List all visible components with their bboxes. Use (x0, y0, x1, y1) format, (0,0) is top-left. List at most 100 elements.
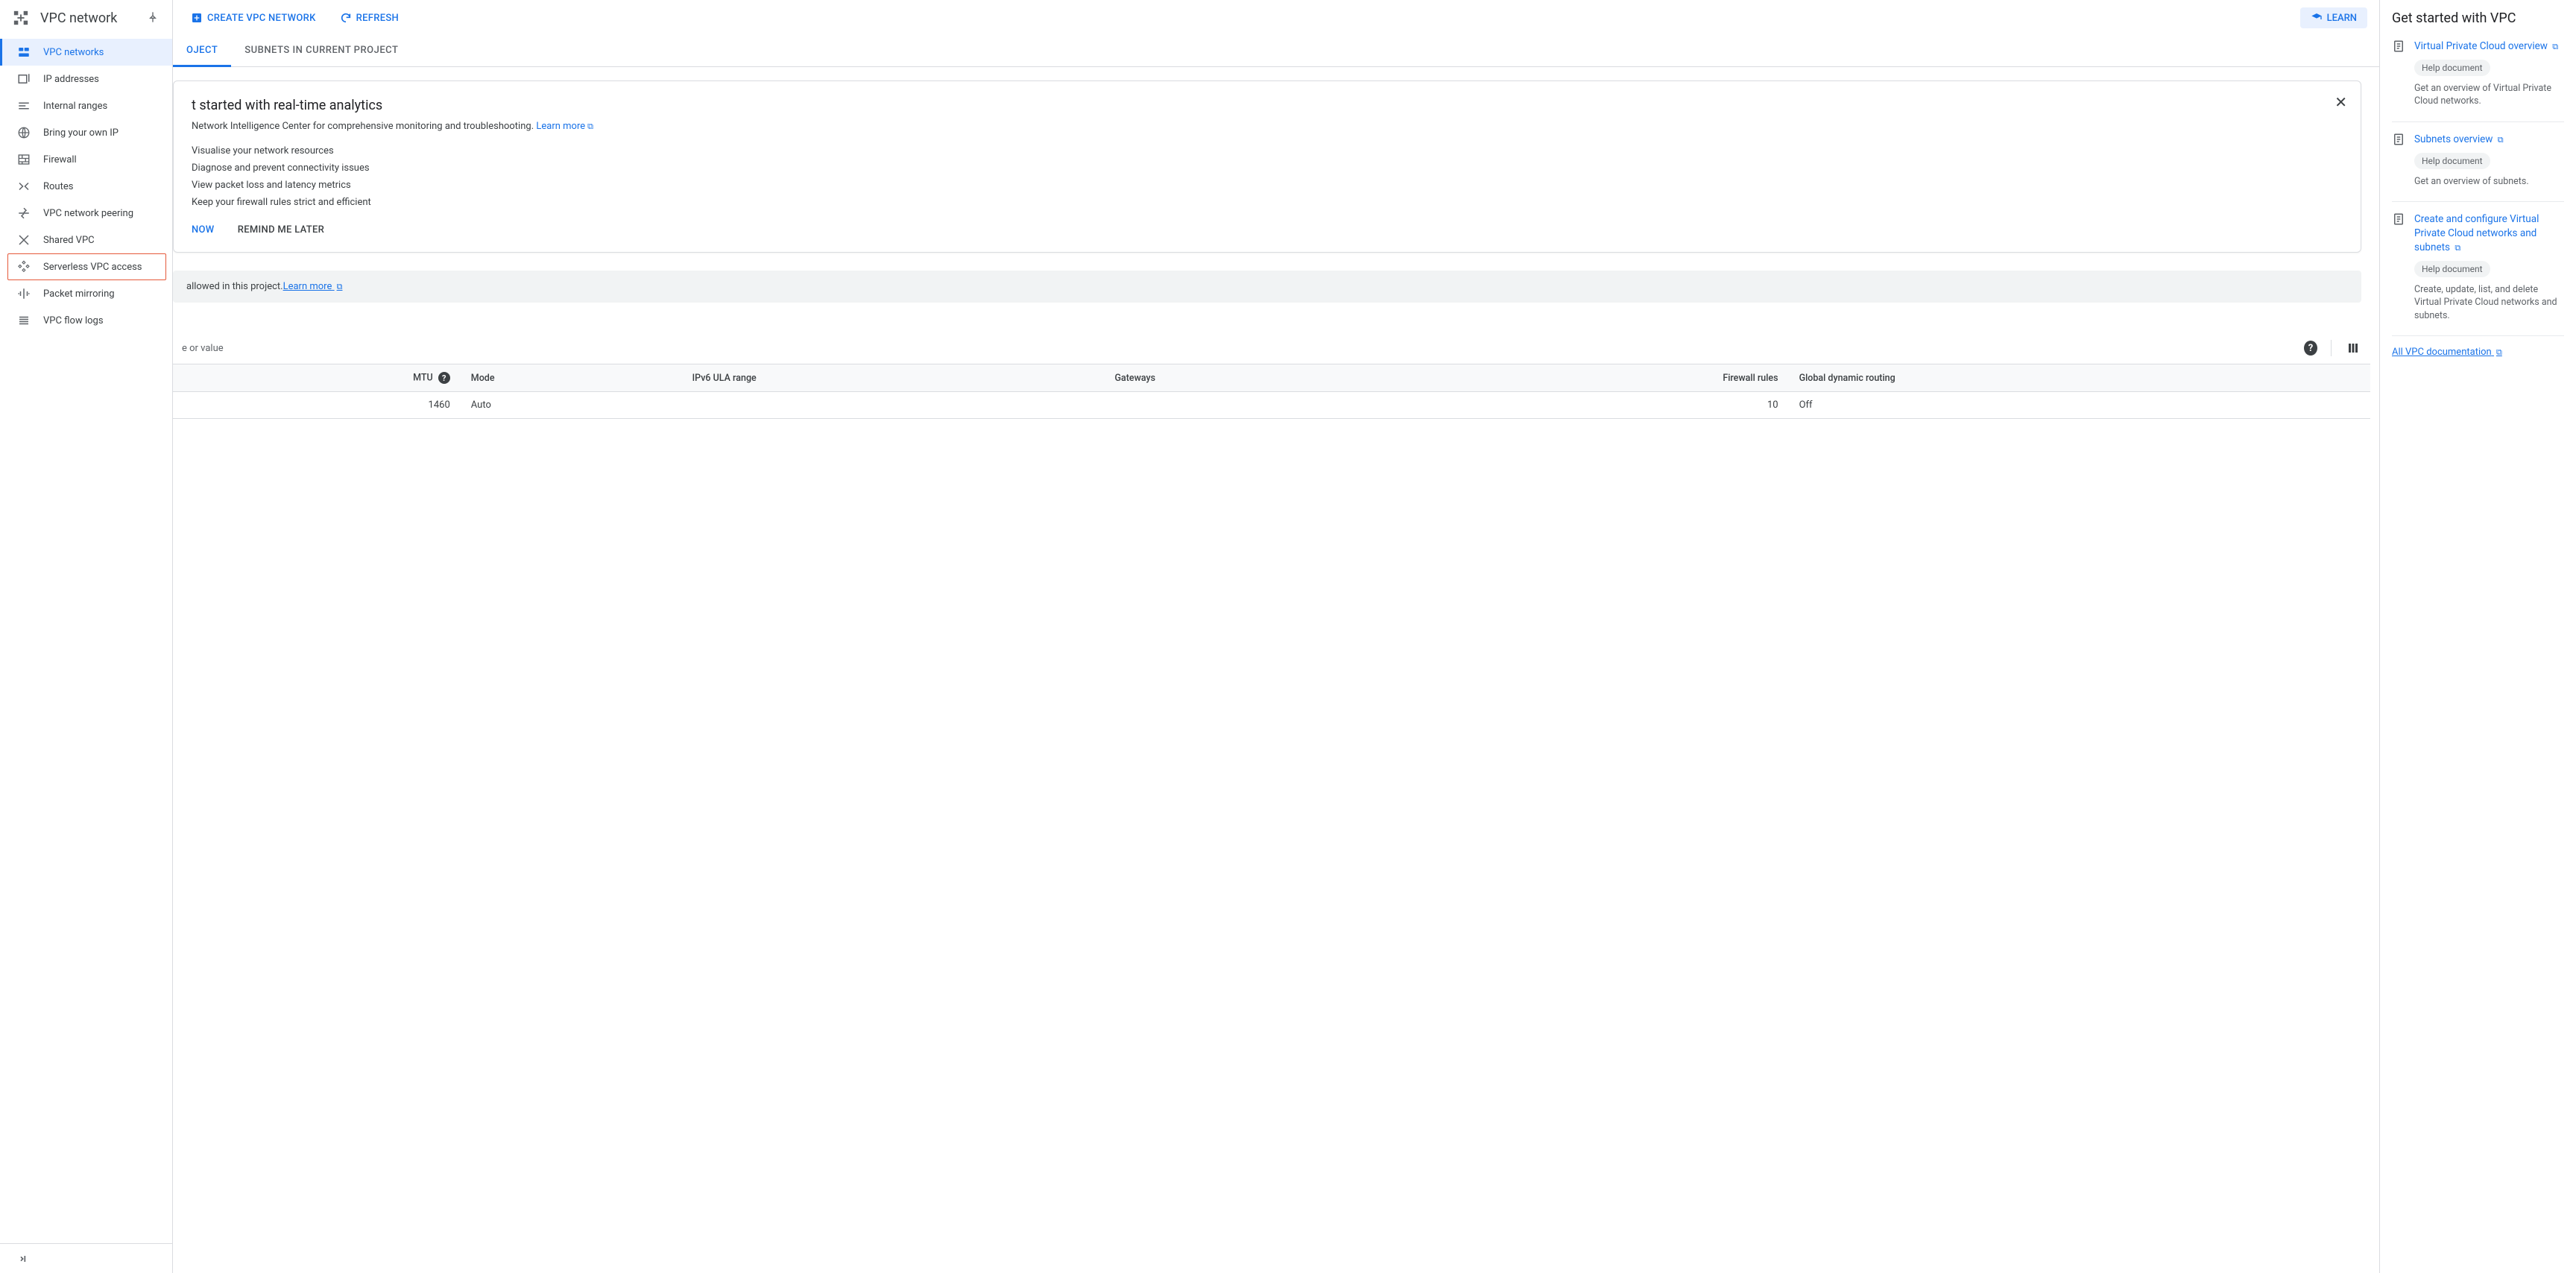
external-link-icon: ⧉ (2552, 42, 2558, 51)
sidebar-item-label: Packet mirroring (43, 288, 115, 300)
help-panel-title: Get started with VPC (2392, 10, 2564, 26)
help-icon[interactable]: ? (2301, 340, 2317, 356)
col-gateways[interactable]: Gateways (1105, 364, 1410, 392)
promo-card: ✕ t started with real-time analytics Net… (173, 80, 2361, 253)
sidebar-item-byoip[interactable]: Bring your own IP (0, 119, 172, 146)
sidebar-item-label: VPC network peering (43, 208, 133, 219)
routes-icon (16, 179, 31, 194)
link-label: All VPC documentation (2392, 347, 2492, 358)
all-docs-link[interactable]: All VPC documentation ⧉ (2392, 347, 2564, 358)
help-link-vpc-overview[interactable]: Virtual Private Cloud overview ⧉ (2414, 40, 2564, 54)
try-now-button[interactable]: NOW (192, 224, 215, 236)
filter-row: e or value ? (173, 332, 2370, 364)
promo-item: Diagnose and prevent connectivity issues (192, 162, 2343, 174)
remind-later-button[interactable]: REMIND ME LATER (238, 224, 324, 236)
vpc-network-logo-icon (12, 9, 30, 27)
network-icon (16, 45, 31, 60)
document-icon (2392, 133, 2405, 188)
cell-firewall: 10 (1410, 392, 1789, 419)
tabs: OJECT SUBNETS IN CURRENT PROJECT (173, 36, 2379, 67)
sidebar-item-label: Serverless VPC access (43, 262, 142, 273)
tab-label: OJECT (186, 45, 218, 56)
document-icon (2392, 212, 2405, 322)
sidebar-collapse[interactable] (0, 1243, 172, 1273)
link-label: Learn more (536, 121, 585, 132)
link-label: Create and configure Virtual Private Clo… (2414, 213, 2539, 253)
pin-icon[interactable] (147, 11, 160, 25)
notice-bar: allowed in this project.Learn more ⧉ (173, 271, 2361, 303)
tab-subnets[interactable]: SUBNETS IN CURRENT PROJECT (231, 36, 411, 66)
promo-item: Visualise your network resources (192, 145, 2343, 157)
peering-icon (16, 206, 31, 221)
col-ipv6[interactable]: IPv6 ULA range (682, 364, 1105, 392)
sidebar-item-internal-ranges[interactable]: Internal ranges (0, 92, 172, 119)
button-label: CREATE VPC NETWORK (207, 13, 316, 24)
notice-learn-more-link[interactable]: Learn more ⧉ (283, 281, 343, 292)
sidebar-item-label: VPC networks (43, 47, 104, 58)
sidebar-item-firewall[interactable]: Firewall (0, 146, 172, 173)
notice-text: allowed in this project. (186, 281, 283, 292)
ranges-icon (16, 98, 31, 113)
create-vpc-button[interactable]: CREATE VPC NETWORK (185, 7, 322, 28)
sidebar-item-vpc-networks[interactable]: VPC networks (0, 39, 172, 66)
sidebar-item-label: VPC flow logs (43, 315, 104, 326)
promo-item: Keep your firewall rules strict and effi… (192, 197, 2343, 208)
close-icon[interactable]: ✕ (2334, 93, 2347, 111)
toolbar: CREATE VPC NETWORK REFRESH LEARN (173, 0, 2379, 36)
promo-actions: NOW REMIND ME LATER (192, 224, 2343, 236)
ip-icon (16, 72, 31, 86)
tab-project[interactable]: OJECT (173, 36, 231, 67)
sidebar-item-shared-vpc[interactable]: Shared VPC (0, 227, 172, 253)
sidebar-item-packet-mirroring[interactable]: Packet mirroring (0, 280, 172, 307)
help-chip: Help document (2414, 153, 2490, 169)
sidebar-item-routes[interactable]: Routes (0, 173, 172, 200)
help-icon[interactable]: ? (438, 372, 450, 384)
learn-button[interactable]: LEARN (2300, 7, 2367, 28)
sidebar-item-ip-addresses[interactable]: IP addresses (0, 66, 172, 92)
col-mtu[interactable]: MTU ? (173, 364, 461, 392)
cell-ipv6 (682, 392, 1105, 419)
sidebar-item-label: Firewall (43, 154, 77, 165)
learn-more-link[interactable]: Learn more⧉ (536, 121, 593, 132)
expand-icon (18, 1253, 30, 1265)
col-mode[interactable]: Mode (461, 364, 682, 392)
refresh-icon (340, 12, 352, 24)
promo-subtitle: Network Intelligence Center for comprehe… (192, 121, 2343, 132)
firewall-icon (16, 152, 31, 167)
external-link-icon: ⧉ (587, 121, 593, 131)
filter-input[interactable]: e or value (182, 343, 2301, 354)
promo-sub-text: Network Intelligence Center for comprehe… (192, 121, 536, 132)
refresh-button[interactable]: REFRESH (334, 7, 405, 28)
sidebar-item-peering[interactable]: VPC network peering (0, 200, 172, 227)
cell-mode: Auto (461, 392, 682, 419)
help-item: Subnets overview ⧉ Help document Get an … (2392, 133, 2564, 202)
shared-icon (16, 233, 31, 247)
columns-icon[interactable] (2345, 340, 2361, 356)
help-link-subnets-overview[interactable]: Subnets overview ⧉ (2414, 133, 2529, 147)
help-item: Create and configure Virtual Private Clo… (2392, 212, 2564, 336)
sidebar-item-flow-logs[interactable]: VPC flow logs (0, 307, 172, 334)
learn-icon (2311, 12, 2323, 24)
col-firewall[interactable]: Firewall rules (1410, 364, 1789, 392)
col-routing[interactable]: Global dynamic routing (1789, 364, 2370, 392)
help-chip: Help document (2414, 261, 2490, 277)
flow-logs-icon (16, 313, 31, 328)
globe-icon (16, 125, 31, 140)
help-desc: Get an overview of subnets. (2414, 175, 2529, 189)
cell-gateways (1105, 392, 1410, 419)
help-item: Virtual Private Cloud overview ⧉ Help do… (2392, 40, 2564, 122)
link-label: Subnets overview (2414, 133, 2493, 145)
sidebar: VPC network VPC networks IP addresses In… (0, 0, 173, 1273)
sidebar-title: VPC network (40, 10, 147, 26)
tab-label: SUBNETS IN CURRENT PROJECT (244, 45, 398, 56)
help-chip: Help document (2414, 60, 2490, 76)
table-row[interactable]: 1460 Auto 10 Off (173, 392, 2370, 419)
vpc-table: MTU ? Mode IPv6 ULA range Gateways Firew… (173, 364, 2370, 419)
cell-routing: Off (1789, 392, 2370, 419)
promo-item: View packet loss and latency metrics (192, 180, 2343, 191)
help-link-create-configure[interactable]: Create and configure Virtual Private Clo… (2414, 212, 2564, 255)
promo-title: t started with real-time analytics (192, 98, 2343, 113)
sidebar-item-label: Shared VPC (43, 235, 95, 246)
sidebar-item-serverless-vpc-access[interactable]: Serverless VPC access (7, 253, 166, 280)
external-link-icon: ⧉ (2498, 135, 2504, 145)
